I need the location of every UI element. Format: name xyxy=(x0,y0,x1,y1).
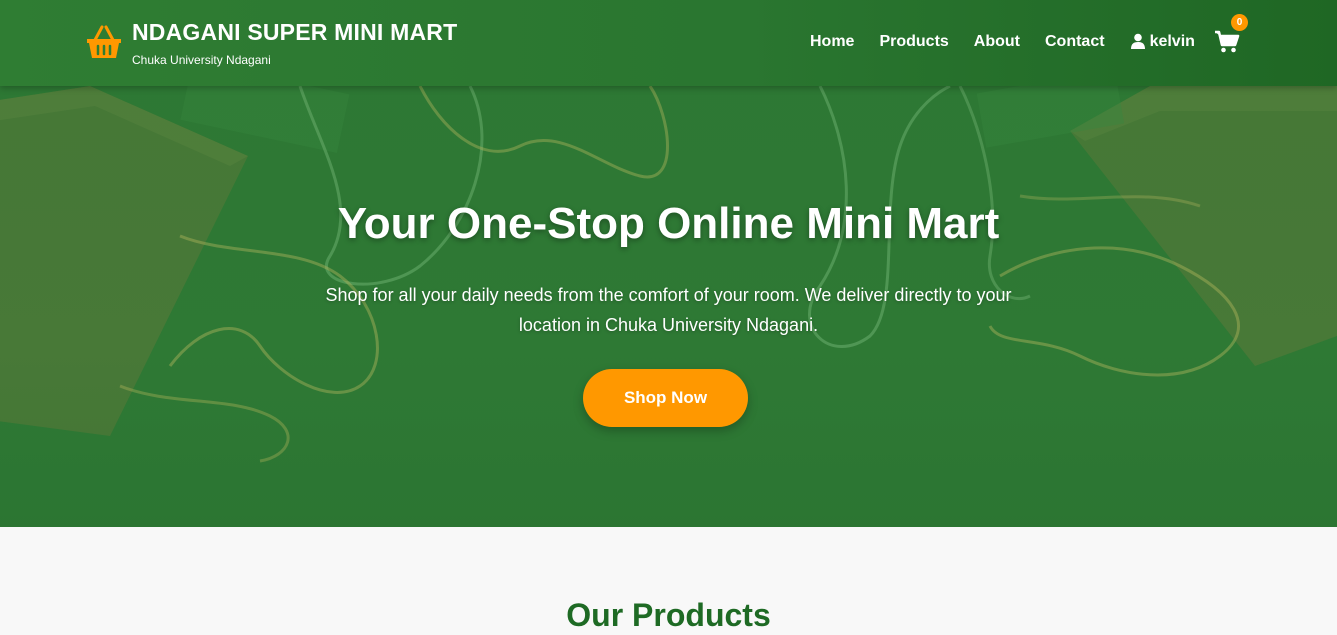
user-account-link[interactable]: kelvin xyxy=(1130,33,1195,51)
nav-products-link[interactable]: Products xyxy=(879,32,948,52)
user-name: kelvin xyxy=(1149,33,1195,50)
brand-title: NDAGANI SUPER MINI MART xyxy=(132,19,458,45)
products-section: Our Products xyxy=(0,527,1337,633)
site-header: NDAGANI SUPER MINI MART Chuka University… xyxy=(0,0,1337,86)
shopping-basket-icon xyxy=(87,25,121,58)
main-nav: Home Products About Contact kelvin xyxy=(810,32,1195,52)
brand-subtitle: Chuka University Ndagani xyxy=(132,53,271,67)
nav-contact-link[interactable]: Contact xyxy=(1045,32,1105,52)
cart-count-badge: 0 xyxy=(1231,14,1248,31)
brand[interactable]: NDAGANI SUPER MINI MART Chuka University… xyxy=(85,18,457,67)
user-icon xyxy=(1130,33,1145,49)
nav-about-link[interactable]: About xyxy=(974,32,1020,52)
hero-title: Your One-Stop Online Mini Mart xyxy=(337,199,1000,248)
cart-button[interactable]: 0 xyxy=(1214,14,1248,54)
products-section-title: Our Products xyxy=(566,597,771,633)
shop-now-button[interactable]: Shop Now xyxy=(583,369,748,427)
hero-description: Shop for all your daily needs from the c… xyxy=(325,285,1012,335)
hero-section: Your One-Stop Online Mini Mart Shop for … xyxy=(0,86,1337,527)
nav-home-link[interactable]: Home xyxy=(810,32,854,52)
shopping-cart-icon xyxy=(1215,30,1240,53)
